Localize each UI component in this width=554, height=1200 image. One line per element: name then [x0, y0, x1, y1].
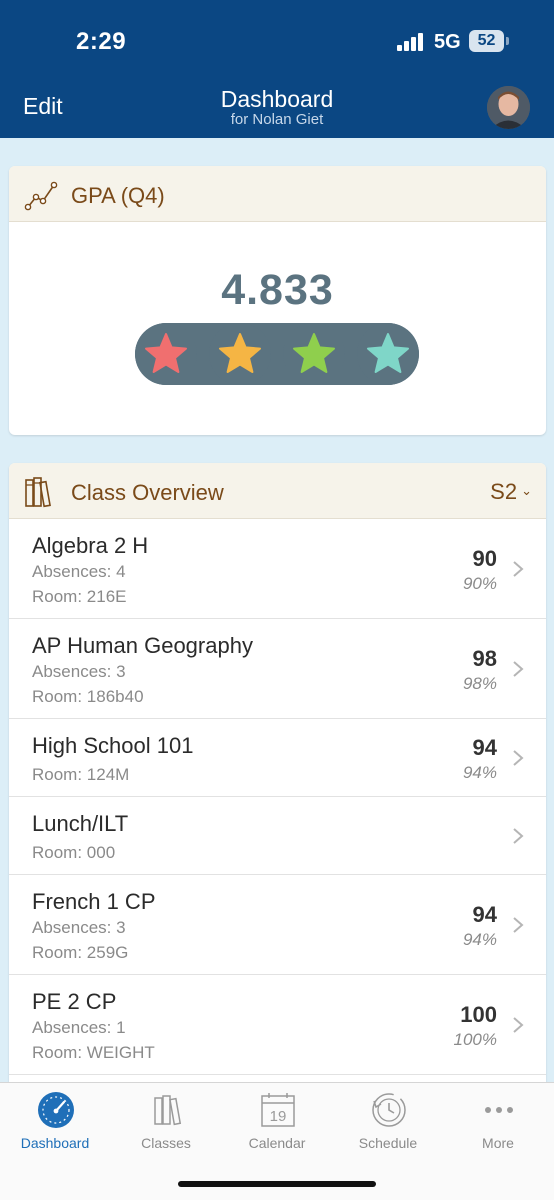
- chevron-right-icon: [513, 1017, 524, 1033]
- class-name: Lunch/ILT: [32, 811, 129, 836]
- gpa-value: 4.833: [221, 266, 334, 314]
- chevron-right-icon: [513, 917, 524, 933]
- chevron-right-icon: [513, 750, 524, 766]
- calendar-day: 19: [270, 1108, 287, 1125]
- calendar-icon: 19: [261, 1093, 295, 1127]
- class-percent: 94%: [462, 930, 497, 949]
- books-icon: [24, 475, 54, 514]
- battery-tip: [506, 37, 509, 45]
- chevron-right-icon: [513, 661, 524, 677]
- class-overview-title: Class Overview: [71, 480, 224, 505]
- tab-dashboard[interactable]: Dashboard: [0, 1083, 110, 1163]
- books-icon: [154, 1095, 182, 1126]
- class-percent: 94%: [462, 763, 497, 782]
- tab-label: Classes: [141, 1135, 191, 1151]
- more-dots-icon: [485, 1107, 513, 1113]
- class-grade: 94: [472, 902, 497, 927]
- class-row[interactable]: PE 2 CP Absences: 1 Room: WEIGHT 100 100…: [9, 975, 546, 1075]
- tab-more[interactable]: More: [443, 1083, 553, 1163]
- home-indicator: [178, 1181, 376, 1187]
- class-absences: Absences: 3: [32, 662, 126, 681]
- semester-value: S2: [490, 479, 518, 504]
- battery-icon: 52: [469, 30, 504, 52]
- class-name: High School 101: [32, 733, 194, 758]
- class-row[interactable]: French 1 CP Absences: 3 Room: 259G 94 94…: [9, 875, 546, 975]
- class-grade: 98: [472, 646, 497, 671]
- page-subtitle: for Nolan Giet: [230, 111, 324, 128]
- class-room: Room: 186b40: [32, 687, 144, 706]
- star-icon: [209, 323, 271, 385]
- class-row[interactable]: AP Human Geography Absences: 3 Room: 186…: [9, 619, 546, 719]
- navigation-header: 2:29 5G 52 Edit Dashboard for Nolan Giet: [0, 0, 554, 138]
- class-absences: Absences: 1: [32, 1018, 126, 1037]
- class-absences: Absences: 3: [32, 918, 126, 937]
- tab-label: Calendar: [248, 1135, 306, 1151]
- star-icon: [135, 323, 197, 385]
- class-name: PE 2 CP: [32, 989, 117, 1014]
- dashboard-gauge-icon: [38, 1092, 74, 1128]
- star-icon: [283, 323, 345, 385]
- cellular-signal-icon: [397, 33, 425, 51]
- gpa-stars: [135, 323, 419, 385]
- avatar[interactable]: [487, 86, 530, 129]
- class-room: Room: WEIGHT: [32, 1043, 155, 1062]
- class-room: Room: 124M: [32, 765, 130, 784]
- class-percent: 90%: [462, 574, 497, 593]
- tab-calendar[interactable]: 19 Calendar: [222, 1083, 332, 1163]
- star-icon: [357, 323, 419, 385]
- clock-history-icon: [372, 1093, 406, 1127]
- class-name: Algebra 2 H: [32, 533, 149, 558]
- class-row[interactable]: High School 101 Room: 124M 94 94%: [9, 719, 546, 797]
- class-grade: 90: [472, 546, 497, 571]
- chevron-down-icon: ⌄: [521, 483, 532, 498]
- class-overview-header: Class Overview S2 ⌄: [9, 463, 546, 519]
- semester-select[interactable]: S2 ⌄: [490, 479, 532, 505]
- class-percent: 100%: [453, 1030, 497, 1049]
- chevron-right-icon: [513, 828, 524, 844]
- class-overview-card: Class Overview S2 ⌄ Algebra 2 H Absences:…: [9, 463, 546, 1083]
- tab-label: Schedule: [358, 1135, 418, 1151]
- tab-schedule[interactable]: Schedule: [333, 1083, 443, 1163]
- class-row[interactable]: Algebra 2 H Absences: 4 Room: 216E 90 90…: [9, 519, 546, 619]
- class-room: Room: 216E: [32, 587, 127, 606]
- gpa-card: GPA (Q4) 4.833: [9, 166, 546, 435]
- gpa-card-title: GPA (Q4): [71, 183, 165, 208]
- class-percent: 98%: [462, 674, 497, 693]
- tab-label: More: [482, 1135, 514, 1151]
- class-grade: 94: [472, 735, 497, 760]
- class-room: Room: 259G: [32, 943, 129, 962]
- tab-label: Dashboard: [20, 1135, 90, 1151]
- chevron-right-icon: [513, 561, 524, 577]
- page-title: Dashboard: [220, 86, 334, 112]
- class-row[interactable]: Lunch/ILT Room: 000: [9, 797, 546, 875]
- line-chart-icon: [24, 178, 58, 217]
- gpa-card-header: GPA (Q4): [9, 166, 546, 222]
- class-name: AP Human Geography: [32, 633, 253, 658]
- tab-classes[interactable]: Classes: [111, 1083, 221, 1163]
- class-name: French 1 CP: [32, 889, 156, 914]
- status-time: 2:29: [76, 28, 127, 55]
- class-absences: Absences: 4: [32, 562, 126, 581]
- class-room: Room: 000: [32, 843, 116, 862]
- class-grade: 100: [460, 1002, 497, 1027]
- network-type: 5G: [434, 31, 461, 53]
